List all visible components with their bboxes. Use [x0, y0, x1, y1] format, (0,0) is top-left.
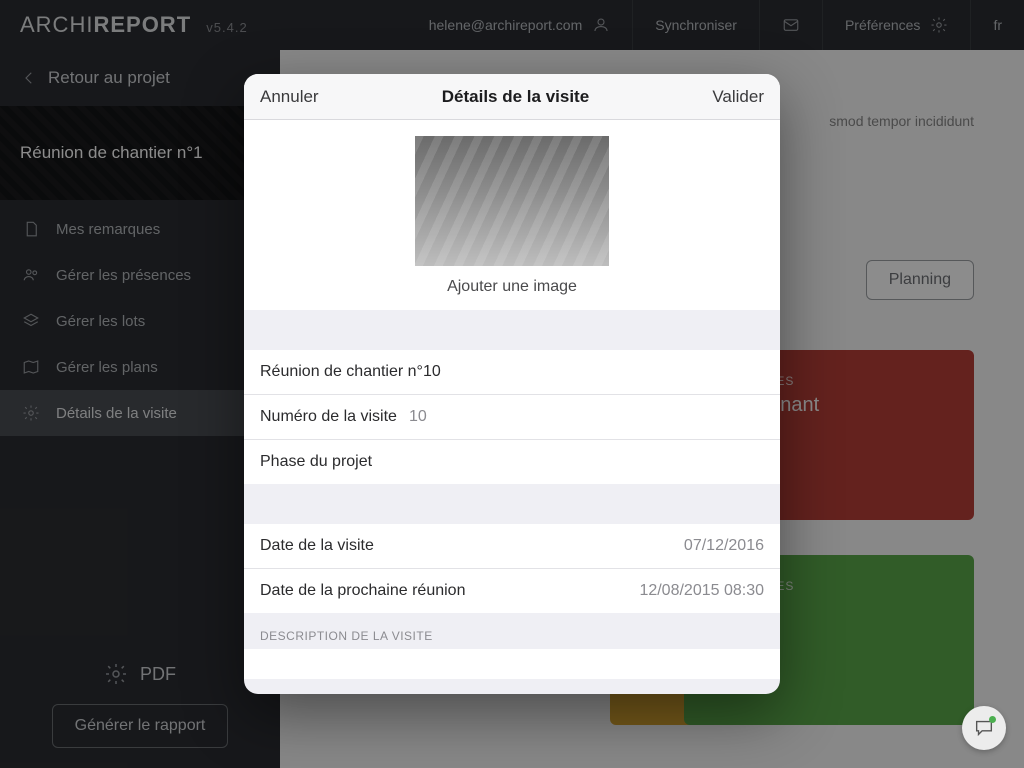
project-phase-row[interactable]: Phase du projet	[244, 439, 780, 484]
visit-number-value: 10	[409, 408, 427, 426]
next-meeting-value: 12/08/2015 08:30	[639, 582, 764, 600]
notification-dot	[989, 716, 996, 723]
next-meeting-row[interactable]: Date de la prochaine réunion 12/08/2015 …	[244, 568, 780, 613]
visit-date-label: Date de la visite	[260, 537, 374, 555]
project-phase-label: Phase du projet	[260, 453, 372, 471]
visit-image-thumbnail[interactable]	[415, 136, 609, 266]
visit-date-value: 07/12/2016	[684, 537, 764, 555]
confirm-button[interactable]: Valider	[712, 87, 764, 107]
visit-number-label: Numéro de la visite	[260, 408, 397, 426]
description-row[interactable]	[244, 649, 780, 679]
modal-header: Annuler Détails de la visite Valider	[244, 74, 780, 120]
image-section: Ajouter une image	[244, 120, 780, 310]
chat-fab[interactable]	[962, 706, 1006, 750]
visit-details-modal: Annuler Détails de la visite Valider Ajo…	[244, 74, 780, 694]
visit-date-row[interactable]: Date de la visite 07/12/2016	[244, 524, 780, 568]
visit-number-row[interactable]: Numéro de la visite 10	[244, 394, 780, 439]
meeting-name-row[interactable]: Réunion de chantier n°10	[244, 350, 780, 394]
meeting-name-value: Réunion de chantier n°10	[260, 363, 441, 381]
description-section-header: DESCRIPTION DE LA VISITE	[244, 613, 780, 649]
cancel-button[interactable]: Annuler	[260, 87, 319, 107]
next-meeting-label: Date de la prochaine réunion	[260, 582, 465, 600]
add-image-button[interactable]: Ajouter une image	[244, 278, 780, 296]
modal-title: Détails de la visite	[442, 87, 589, 107]
